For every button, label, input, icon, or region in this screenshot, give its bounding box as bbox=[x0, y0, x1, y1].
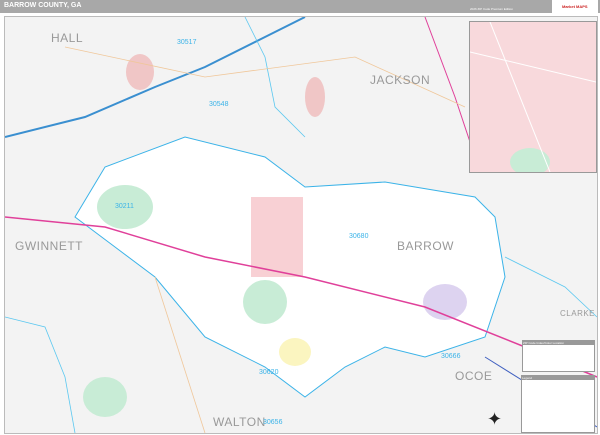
inset-map[interactable] bbox=[469, 21, 597, 173]
city-area-monroe bbox=[279, 338, 311, 366]
county-label-barrow: BARROW bbox=[397, 239, 454, 253]
zip-label: 30517 bbox=[177, 39, 197, 46]
city-area-winder bbox=[251, 197, 303, 277]
county-label-gwinnett: GWINNETT bbox=[15, 239, 83, 253]
map-title: BARROW COUNTY, GA bbox=[4, 2, 82, 9]
edition-label: 2026 ZIP Code Premium Edition bbox=[470, 7, 513, 11]
county-label-jackson: JACKSON bbox=[370, 73, 431, 87]
county-label-oconee: OCOE bbox=[455, 369, 493, 383]
stream-2 bbox=[504, 256, 597, 318]
stream-3 bbox=[5, 316, 76, 433]
zip-label: 30211 bbox=[115, 203, 134, 210]
map-legend: Legend bbox=[521, 375, 595, 433]
city-area-walton bbox=[83, 377, 127, 417]
header-bar: BARROW COUNTY, GA 2026 ZIP Code Premium … bbox=[0, 0, 600, 13]
market-maps-logo: Market MAPS bbox=[552, 0, 598, 13]
stream-1 bbox=[244, 17, 306, 138]
map-area[interactable]: HALL JACKSON GWINNETT BARROW CLARKE OCOE… bbox=[4, 16, 598, 434]
highway-2 bbox=[424, 17, 476, 158]
zip-label: 30680 bbox=[349, 233, 369, 240]
zip-label: 30548 bbox=[209, 101, 229, 108]
county-label-walton: WALTON bbox=[213, 415, 266, 429]
zip-label: 30656 bbox=[263, 419, 283, 426]
city-area-jackson bbox=[305, 77, 325, 117]
river bbox=[5, 17, 306, 138]
city-area-bethlehem bbox=[243, 280, 287, 324]
city-area-hall bbox=[126, 54, 154, 90]
zip-code-index: ZIP Code Index/Color Location bbox=[522, 340, 595, 372]
county-label-clarke: CLARKE bbox=[560, 309, 596, 318]
zip-label: 30666 bbox=[441, 353, 461, 360]
inset-graphic bbox=[470, 22, 596, 172]
county-label-hall: HALL bbox=[51, 31, 84, 45]
zip-label: 30620 bbox=[259, 369, 279, 376]
compass-rose-icon: ✦ bbox=[487, 409, 503, 429]
